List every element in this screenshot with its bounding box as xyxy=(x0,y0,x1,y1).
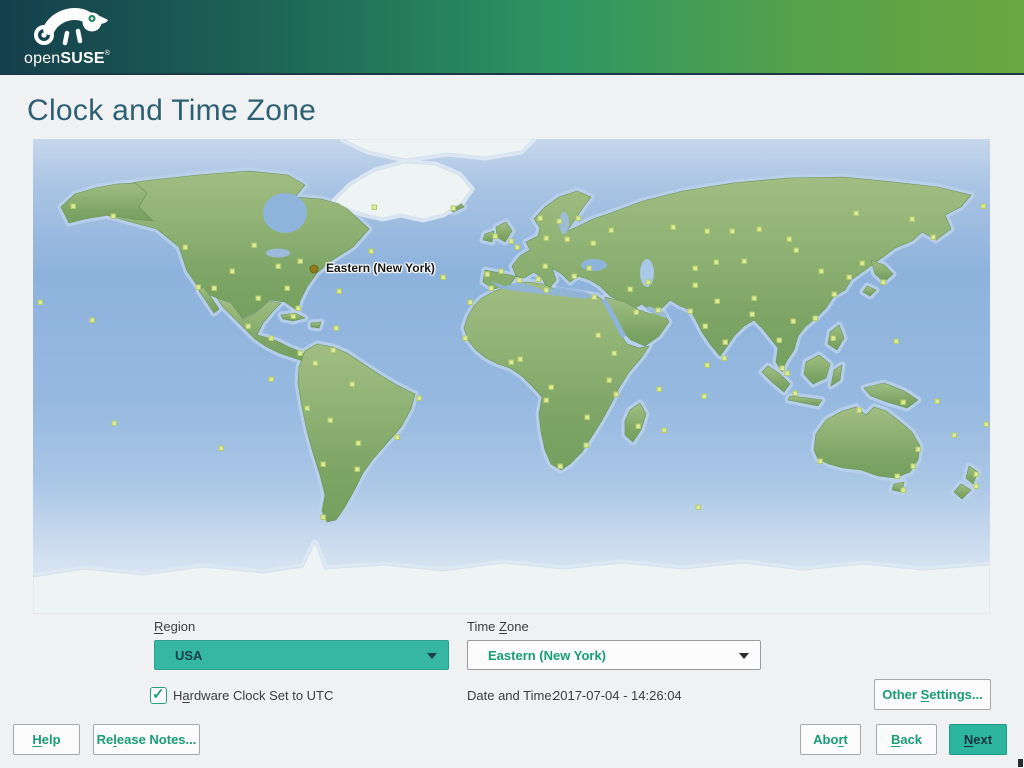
timezone-label-rest: one xyxy=(506,619,529,634)
datetime-label: Date and Time: xyxy=(467,688,556,703)
hwclock-label-rest: rdware Clock Set to UTC xyxy=(189,688,334,703)
release-notes-button[interactable]: Release Notes... xyxy=(93,724,200,755)
chevron-down-icon xyxy=(427,653,437,659)
datetime-value: 2017-07-04 - 14:26:04 xyxy=(553,688,682,703)
next-rest: ext xyxy=(973,732,993,747)
help-accel: H xyxy=(32,732,42,747)
release-notes-rest: ease Notes... xyxy=(116,732,197,747)
selected-timezone-marker xyxy=(309,264,319,274)
hardware-clock-checkbox[interactable] xyxy=(150,685,167,704)
logo-reg-mark: ® xyxy=(104,50,111,57)
header-banner: openSUSE® xyxy=(0,0,1024,75)
timezone-select[interactable]: Eastern (New York) xyxy=(467,640,761,670)
hwclock-label-accel: a xyxy=(182,688,190,703)
abort-rest: t xyxy=(843,732,848,747)
region-label-rest: egion xyxy=(163,619,196,634)
opensuse-logo: openSUSE® xyxy=(22,4,132,70)
timezone-label-accel: Z xyxy=(499,619,507,634)
region-value: USA xyxy=(175,647,203,663)
other-settings-accel: S xyxy=(920,687,930,702)
logo-suse: SUSE xyxy=(60,50,105,67)
next-button[interactable]: Next xyxy=(949,724,1007,755)
region-label-accel: R xyxy=(154,619,164,634)
selected-timezone-label: Eastern (New York) xyxy=(326,261,435,275)
back-accel: B xyxy=(890,732,901,747)
mouse-cursor xyxy=(1018,759,1023,767)
help-rest: elp xyxy=(41,732,61,747)
timezone-label-pre: Time xyxy=(467,619,500,634)
abort-pre: Abo xyxy=(813,732,839,747)
timezone-value: Eastern (New York) xyxy=(488,647,607,663)
region-label: Region xyxy=(154,619,195,634)
back-button[interactable]: Back xyxy=(876,724,937,755)
region-select[interactable]: USA xyxy=(154,640,449,670)
world-map-svg[interactable] xyxy=(33,139,990,614)
hwclock-label-pre: H xyxy=(173,688,183,703)
other-settings-rest: ettings... xyxy=(929,687,983,702)
help-button[interactable]: Help xyxy=(13,724,80,755)
other-settings-button[interactable]: Other Settings... xyxy=(874,679,991,710)
logo-open: open xyxy=(24,50,61,67)
hardware-clock-label[interactable]: Hardware Clock Set to UTC xyxy=(173,688,333,703)
installer-window: openSUSE® Clock and Time Zone Eastern (N… xyxy=(0,0,1024,768)
release-notes-pre: Re xyxy=(96,732,114,747)
timezone-label: Time Zone xyxy=(467,619,529,634)
timezone-map[interactable]: Eastern (New York) xyxy=(33,139,990,614)
page-title: Clock and Time Zone xyxy=(27,94,317,127)
next-accel: N xyxy=(963,732,974,747)
logo-wordmark: openSUSE® xyxy=(24,50,110,68)
abort-button[interactable]: Abort xyxy=(800,724,861,755)
back-rest: ack xyxy=(900,732,923,747)
other-settings-pre: Other xyxy=(882,687,921,702)
chevron-down-icon xyxy=(739,653,749,659)
